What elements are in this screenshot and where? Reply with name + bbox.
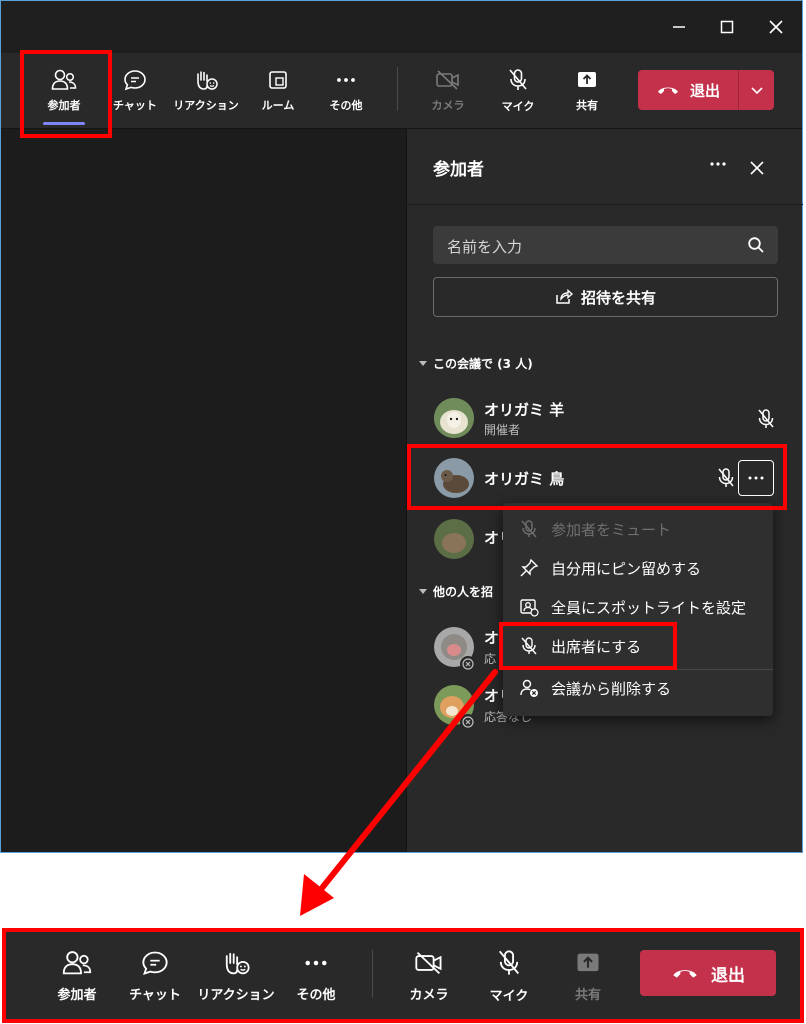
reactions-button[interactable]: リアクション [197, 930, 275, 1022]
camera-button[interactable]: カメラ [406, 930, 452, 1022]
leave-label: 退出 [711, 965, 745, 986]
annotation-arrow-icon [300, 669, 498, 916]
share-tray-icon [577, 953, 599, 971]
leave-button[interactable]: 退出 [640, 950, 776, 996]
more-button[interactable]: その他 [290, 930, 342, 1022]
camera-off-icon [415, 951, 442, 974]
toolbar-divider [372, 950, 373, 998]
reactions-label: リアクション [197, 987, 275, 1003]
attendee-toolbar: 参加者 チャット リアクション その他 カメラ マイク 共有 退出 [6, 930, 804, 1022]
chat-button[interactable]: チャット [128, 930, 182, 1022]
share-label: 共有 [574, 987, 601, 1003]
more-dots-icon [305, 960, 327, 965]
raise-hand-icon [225, 952, 250, 974]
people-icon [62, 950, 92, 974]
mic-off-icon [498, 949, 520, 975]
hang-up-icon [673, 970, 697, 978]
participants-button[interactable]: 参加者 [50, 930, 104, 1022]
share-button[interactable]: 共有 [566, 930, 610, 1022]
chat-icon [142, 951, 168, 975]
more-label: その他 [296, 987, 336, 1003]
camera-label: カメラ [409, 987, 449, 1003]
chat-label: チャット [129, 987, 181, 1003]
participants-label: 参加者 [57, 987, 97, 1003]
mic-button[interactable]: マイク [486, 930, 532, 1022]
mic-label: マイク [489, 988, 529, 1004]
